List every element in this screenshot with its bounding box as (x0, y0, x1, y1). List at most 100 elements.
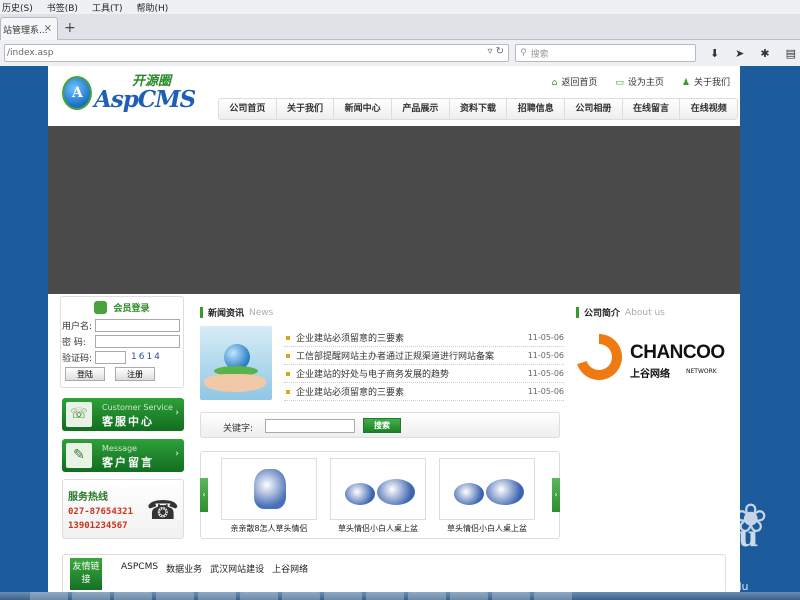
taskbar-item[interactable] (72, 592, 110, 600)
news-list: 企业建站必须留意的三要素 11-05-06 工信部提醒网站主办者通过正规渠道进行网… (284, 329, 564, 401)
captcha-input[interactable] (95, 350, 126, 364)
friend-links-tag: 友情链接 (70, 558, 102, 590)
product-caption: 草头情侣小白人桌上盆 (338, 524, 418, 533)
message-en: Message (102, 444, 138, 453)
nav-news[interactable]: 新闻中心 (334, 99, 393, 119)
nav-downloads[interactable]: 资料下载 (450, 99, 508, 119)
hotline-number: 027-87654321 (68, 507, 134, 517)
taskbar-item[interactable] (114, 592, 152, 600)
taskbar-item[interactable] (450, 592, 488, 600)
taskbar-item[interactable] (30, 592, 68, 600)
set-homepage-link[interactable]: ▭ 设为主页 (615, 75, 664, 88)
product-image (439, 458, 535, 520)
keyword-search: 关键字: 搜索 (200, 412, 560, 438)
hotline-label: 服务热线 (68, 492, 108, 503)
toolbar-icons: ⬇ ➤ ✱ ▤ (710, 47, 796, 60)
customer-message-button[interactable]: ✎ Message 客户留言 › (62, 439, 184, 472)
product-caption: 亲亲散8怎人草头情侣 (230, 524, 308, 533)
product-image (330, 458, 426, 520)
customer-service-button[interactable]: ☏ Customer Service 客服中心 › (62, 398, 184, 431)
news-title: 新闻资讯 News (200, 306, 273, 319)
friend-link[interactable]: 上谷网络 (272, 562, 308, 575)
scroll-right-icon[interactable]: › (552, 478, 560, 512)
news-item[interactable]: 工信部提醒网站主办者通过正规渠道进行网站备案 11-05-06 (284, 347, 564, 365)
headset-icon: ☏ (66, 402, 92, 427)
taskbar-item[interactable] (156, 592, 194, 600)
member-login: 会员登录 用户名: 密 码: 验证码: 1614 登陆 注册 (60, 296, 184, 388)
website: A 开源圈 AspCMS ⌂ 返回首页 ▭ 设为主页 ♟ 关于我们 公司首页 关于我们… (48, 66, 740, 600)
news-item[interactable]: 企业建站的好处与电子商务发展的趋势 11-05-06 (284, 365, 564, 383)
scroll-left-icon[interactable]: ‹ (200, 478, 208, 512)
taskbar-item[interactable] (282, 592, 320, 600)
monitor-icon: ▭ (615, 78, 624, 88)
search-placeholder: 搜索 (530, 49, 549, 60)
nav-guestbook[interactable]: 在线留言 (623, 99, 681, 119)
nav-album[interactable]: 公司相册 (565, 99, 623, 119)
swirl-logo-icon (576, 334, 622, 380)
home-link[interactable]: ⌂ 返回首页 (552, 75, 598, 88)
nav-home[interactable]: 公司首页 (219, 99, 277, 119)
register-button[interactable]: 注册 (115, 367, 155, 381)
login-button[interactable]: 登陆 (65, 367, 105, 381)
taskbar-item[interactable] (492, 592, 530, 600)
captcha-label: 验证码: (62, 353, 93, 364)
search-button[interactable]: 搜索 (363, 418, 401, 433)
menu-bookmarks[interactable]: 书签(B) (47, 1, 78, 14)
download-icon[interactable]: ⬇ (710, 47, 719, 60)
send-icon[interactable]: ➤ (735, 47, 744, 60)
service-en: Customer Service (102, 403, 173, 412)
taskbar-item[interactable] (366, 592, 404, 600)
nav-jobs[interactable]: 招聘信息 (507, 99, 566, 119)
baidu-watermark: ❀ Baidu jingyan.baidu (666, 496, 768, 593)
product-item[interactable]: 草头情侣小白人桌上盆 (439, 458, 535, 534)
menu-icon[interactable]: ▤ (786, 47, 796, 60)
user-icon: ♟ (681, 78, 690, 88)
extension-icon[interactable]: ✱ (760, 47, 769, 60)
news-item[interactable]: 企业建站必须留意的三要素 11-05-06 (284, 329, 564, 347)
friend-link[interactable]: 数据业务 (166, 562, 202, 575)
menu-tools[interactable]: 工具(T) (92, 1, 123, 14)
taskbar-item[interactable] (198, 592, 236, 600)
friend-link[interactable]: 武汉网站建设 (210, 562, 264, 575)
url-text: /index.asp (7, 48, 54, 58)
product-showcase: ‹ 亲亲散8怎人草头情侣 草头情侣小白人桌上盆 草头情侣小白人桌上盆 › (200, 451, 560, 539)
search-box[interactable]: ⚲ 搜索 (515, 44, 696, 62)
nav-products[interactable]: 产品展示 (392, 99, 450, 119)
url-bar[interactable]: /index.asp ▿ ↻ (4, 44, 510, 62)
nav-about[interactable]: 关于我们 (277, 99, 335, 119)
captcha-image[interactable]: 1614 (131, 352, 162, 362)
logo-en: AspCMS (94, 86, 196, 113)
taskbar-item[interactable] (240, 592, 278, 600)
login-title: 会员登录 (61, 297, 183, 317)
about-link[interactable]: ♟ 关于我们 (682, 75, 730, 88)
friend-link[interactable]: ASPCMS (121, 562, 158, 575)
tab-bar: 站管理系... × + (0, 14, 800, 40)
hotline-mobile: 13901234567 (68, 521, 128, 531)
news-item[interactable]: 企业建站必须留意的三要素 11-05-06 (284, 383, 564, 401)
top-links: ⌂ 返回首页 ▭ 设为主页 ♟ 关于我们 (552, 75, 730, 88)
menu-help[interactable]: 帮助(H) (136, 1, 168, 14)
message-cn: 客户留言 (102, 456, 154, 469)
menu-history[interactable]: 历史(S) (2, 1, 33, 14)
taskbar-item[interactable] (324, 592, 362, 600)
telephone-icon: ☎ (146, 496, 179, 526)
site-logo[interactable]: A 开源圈 AspCMS (60, 70, 196, 114)
reload-icon[interactable]: ▿ ↻ (487, 46, 504, 57)
product-item[interactable]: 草头情侣小白人桌上盆 (330, 458, 426, 534)
nav-video[interactable]: 在线视频 (680, 99, 737, 119)
banner (48, 126, 740, 294)
browser-tab[interactable]: 站管理系... × (0, 17, 58, 40)
username-label: 用户名: (62, 321, 93, 332)
product-image (221, 458, 317, 520)
taskbar-item[interactable] (534, 592, 572, 600)
password-input[interactable] (95, 334, 180, 348)
product-item[interactable]: 亲亲散8怎人草头情侣 (221, 458, 317, 534)
username-input[interactable] (95, 318, 180, 332)
home-icon: ⌂ (551, 78, 558, 88)
new-tab-button[interactable]: + (64, 20, 76, 36)
taskbar-item[interactable] (408, 592, 446, 600)
keyword-input[interactable] (265, 419, 355, 433)
company-title: 公司简介 About us (576, 306, 665, 319)
close-icon[interactable]: × (44, 23, 52, 34)
company-logo[interactable]: CHANCOO 上谷网络 NETWORK (576, 330, 726, 386)
